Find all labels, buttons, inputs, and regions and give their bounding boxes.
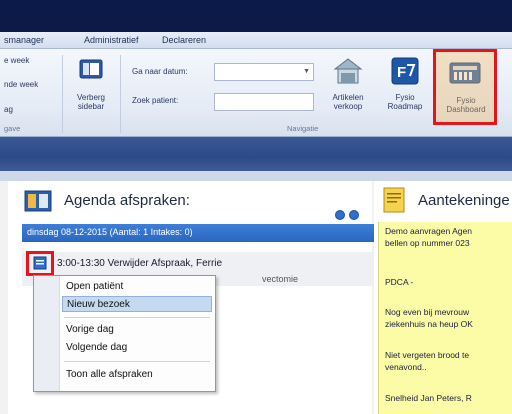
menu-tab-agendamanager[interactable]: smanager	[4, 35, 44, 45]
ribbon-next-week[interactable]: nde week	[4, 80, 38, 90]
hide-sidebar-button[interactable]	[78, 58, 104, 80]
context-menu-separator	[64, 361, 210, 362]
notes-title: Aantekeninge	[418, 192, 510, 209]
appointment-icon-highlight	[26, 251, 54, 276]
goto-date-field[interactable]: ▼	[214, 63, 314, 81]
hide-sidebar-label-2: sidebar	[77, 102, 105, 111]
day-header: dinsdag 08-12-2015 (Aantal: 1 Intakes: 0…	[22, 224, 374, 242]
agenda-title: Agenda afspraken:	[64, 192, 190, 209]
note-line: Niet vergeten brood te	[385, 350, 470, 360]
note-line: Snelheid Jan Peters, R	[385, 393, 472, 403]
context-item-show-all[interactable]: Toon alle afspraken	[62, 367, 212, 383]
note-line: PDCA -	[385, 277, 414, 287]
ribbon-this-week[interactable]: e week	[4, 56, 29, 66]
ribbon-group-label-left: gave	[4, 124, 21, 133]
sell-items-label-1: Artikelen	[332, 93, 364, 102]
context-item-previous-day[interactable]: Vorige dag	[62, 322, 212, 338]
shop-icon	[333, 58, 363, 84]
svg-text:F: F	[397, 64, 406, 81]
fysio-roadmap-button[interactable]: F	[390, 56, 420, 86]
sell-items-button[interactable]	[331, 55, 365, 87]
ribbon-day[interactable]: ag	[4, 105, 13, 115]
ribbon-group-label-navigation: Navigatie	[287, 124, 319, 133]
context-item-open-patient[interactable]: Open patiënt	[62, 279, 212, 295]
context-menu-gutter	[34, 276, 60, 391]
note-line: venavond..	[385, 362, 427, 372]
note-line: Demo aanvragen Agen	[385, 226, 472, 236]
agenda-icon	[24, 190, 52, 212]
menu-tab-administratief[interactable]: Administratief	[84, 35, 139, 45]
context-item-new-visit[interactable]: Nieuw bezoek	[62, 296, 212, 312]
appointment-subtext: vectomie	[262, 274, 299, 284]
goto-date-label: Ga naar datum:	[132, 67, 188, 76]
appointment-text: 3:00-13:30 Verwijder Afspraak, Ferrie	[57, 258, 223, 269]
sell-items-label-2: verkoop	[333, 102, 363, 111]
prev-day-icon[interactable]	[335, 210, 345, 220]
find-patient-label: Zoek patient:	[132, 96, 179, 105]
sidebar-icon	[79, 59, 103, 79]
context-item-next-day[interactable]: Volgende dag	[62, 340, 212, 356]
roadmap-label-1: Fysio	[395, 93, 415, 102]
dashboard-highlight	[433, 49, 497, 125]
context-menu: Open patiënt Nieuw bezoek Vorige dag Vol…	[33, 275, 216, 392]
notes-icon	[383, 187, 405, 213]
ribbon-separator	[120, 55, 121, 133]
next-day-icon[interactable]	[349, 210, 359, 220]
find-patient-input[interactable]	[214, 93, 314, 111]
note-line: ziekenhuis na heup OK	[385, 319, 473, 329]
content-header-band	[0, 137, 512, 171]
menu-tab-declareren[interactable]: Declareren	[162, 35, 206, 45]
content-header-strip	[0, 171, 512, 181]
context-menu-separator	[64, 317, 210, 318]
chevron-down-icon[interactable]: ▼	[303, 68, 310, 75]
notes-area[interactable]: Demo aanvragen Agen bellen op nummer 023…	[378, 222, 512, 414]
roadmap-icon: F	[391, 57, 419, 85]
window-title-bar	[0, 0, 512, 32]
hide-sidebar-label-1: Verberg	[76, 93, 106, 102]
note-line: bellen op nummer 023	[385, 238, 470, 248]
note-line: Nog even bij mevrouw	[385, 307, 470, 317]
menu-bar: smanager Administratief Declareren	[0, 32, 512, 49]
ribbon-separator	[62, 55, 63, 133]
roadmap-label-2: Roadmap	[387, 102, 423, 111]
